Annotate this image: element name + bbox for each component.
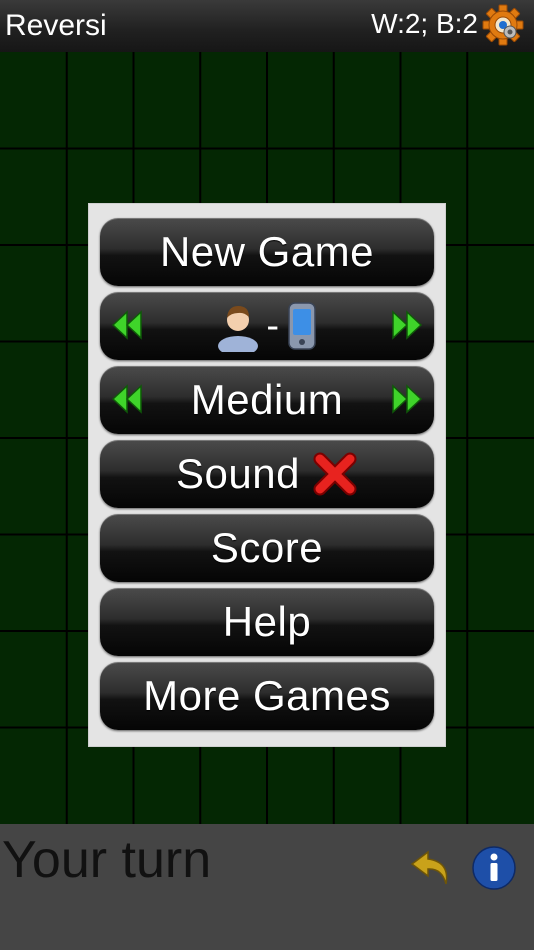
status-bar: Your turn — [0, 824, 534, 950]
sound-label: Sound — [176, 450, 300, 497]
info-icon[interactable] — [470, 844, 518, 892]
phone-icon — [287, 302, 316, 350]
reversi-app: Reversi W:2; B:2 New Game - Medium Sound… — [0, 0, 534, 950]
score-label: Score — [210, 524, 324, 571]
double-left-arrow-icon[interactable] — [110, 382, 144, 416]
red-x-icon — [313, 452, 357, 496]
mode-separator: - — [266, 304, 280, 347]
sound-toggle-button[interactable]: Sound — [100, 440, 434, 508]
help-button[interactable]: Help — [100, 588, 434, 656]
double-right-arrow-icon[interactable] — [390, 382, 424, 416]
score-button[interactable]: Score — [100, 514, 434, 582]
turn-indicator: Your turn — [2, 831, 212, 889]
double-right-arrow-icon[interactable] — [390, 308, 424, 342]
title-bar: Reversi W:2; B:2 — [0, 0, 534, 52]
mode-icons: - — [216, 300, 317, 352]
gear-icon[interactable] — [482, 4, 524, 46]
double-left-arrow-icon[interactable] — [110, 308, 144, 342]
more-games-button[interactable]: More Games — [100, 662, 434, 730]
main-menu-dialog: New Game - Medium Sound Score Help More … — [88, 203, 446, 747]
difficulty-label: Medium — [190, 376, 344, 423]
new-game-button[interactable]: New Game — [100, 218, 434, 286]
difficulty-selector[interactable]: Medium — [100, 366, 434, 434]
help-label: Help — [222, 598, 312, 645]
person-icon — [218, 306, 259, 352]
app-title: Reversi — [5, 9, 107, 42]
more-games-label: More Games — [143, 672, 391, 719]
game-mode-selector[interactable]: - — [100, 292, 434, 360]
undo-arrow-icon[interactable] — [408, 844, 456, 892]
score-display: W:2; B:2 — [371, 8, 478, 39]
new-game-label: New Game — [159, 228, 375, 275]
